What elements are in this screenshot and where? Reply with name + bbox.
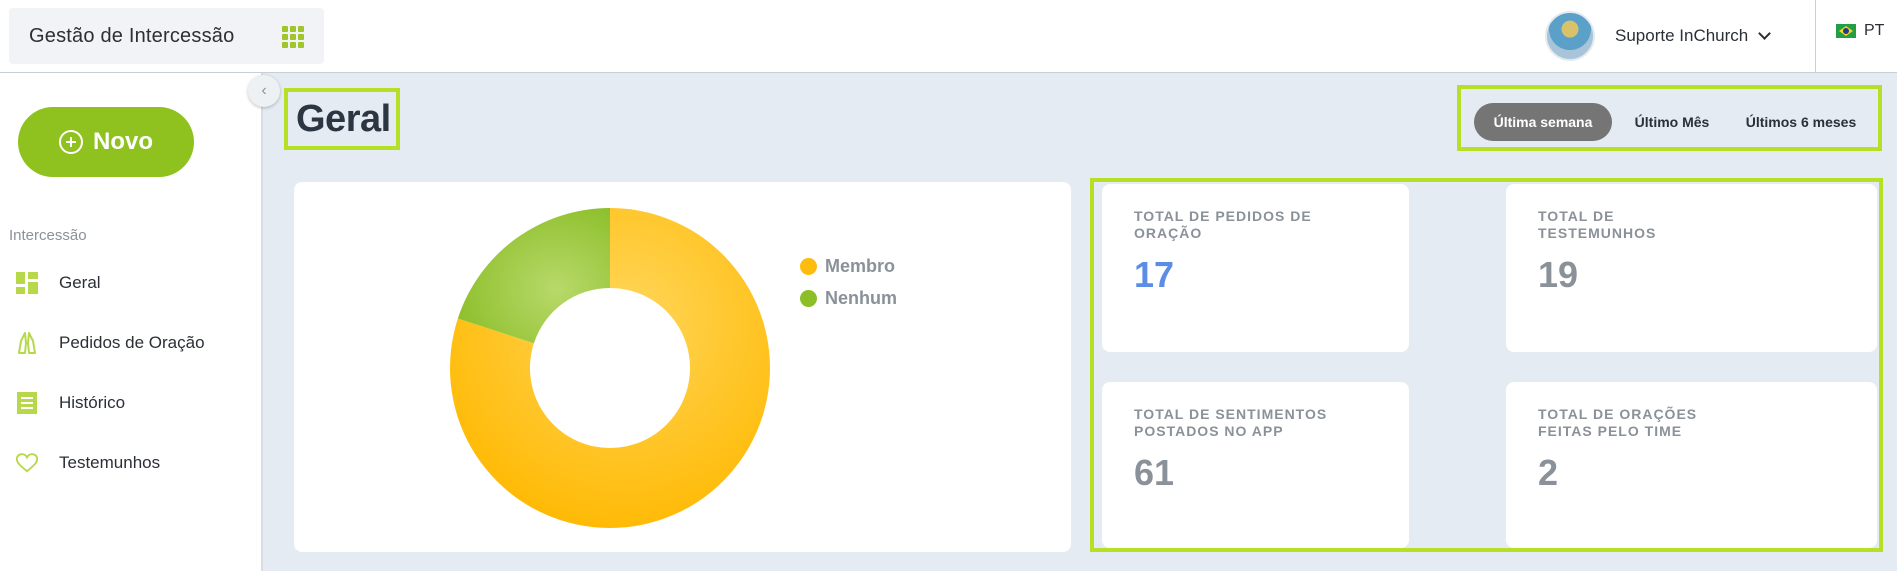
plus-circle-icon xyxy=(59,130,83,154)
stat-value: 2 xyxy=(1538,452,1559,493)
sidebar-item-label: Histórico xyxy=(59,393,126,412)
stat-value: 61 xyxy=(1134,452,1175,493)
user-name: Suporte InChurch xyxy=(1615,26,1749,45)
stat-label: TOTAL DE ORAÇÕES FEITAS PELO TIME xyxy=(1538,406,1698,439)
legend-dot-nenhum xyxy=(800,289,817,307)
header-divider xyxy=(1815,0,1816,73)
module-title: Gestão de Intercessão xyxy=(29,24,235,47)
stat-label: TOTAL DE PEDIDOS DE ORAÇÃO xyxy=(1134,208,1312,241)
new-button-label: Novo xyxy=(93,128,153,155)
stat-card-sentimentos: TOTAL DE SENTIMENTOS POSTADOS NO APP 61 xyxy=(1102,382,1409,548)
stat-label: TOTAL DE TESTEMUNHOS xyxy=(1538,208,1657,241)
language-selector[interactable]: PT xyxy=(1836,22,1884,40)
stat-card-pedidos: TOTAL DE PEDIDOS DE ORAÇÃO 17 xyxy=(1102,184,1409,352)
legend-dot-membro xyxy=(800,257,817,275)
chart-card: Membro Nenhum xyxy=(294,182,1071,552)
period-last-6-months-button[interactable]: Últimos 6 meses xyxy=(1731,103,1871,141)
stat-card-testemunhos: TOTAL DE TESTEMUNHOS 19 xyxy=(1506,184,1877,352)
donut-chart xyxy=(450,208,770,528)
dashboard-icon xyxy=(15,271,39,295)
sidebar-item-testemunhos[interactable]: Testemunhos xyxy=(15,451,205,475)
stat-card-oracoes: TOTAL DE ORAÇÕES FEITAS PELO TIME 2 xyxy=(1506,382,1877,548)
page-title: Geral xyxy=(296,97,391,140)
heart-icon xyxy=(15,451,39,475)
sidebar-item-historico[interactable]: Histórico xyxy=(15,391,205,415)
sidebar-item-pedidos-de-oracao[interactable]: Pedidos de Oração xyxy=(15,331,205,355)
sidebar-nav: Geral Pedidos de Oração Histórico Testem… xyxy=(15,271,205,511)
chevron-left-icon: ‹ xyxy=(261,82,267,99)
list-document-icon xyxy=(15,391,39,415)
praying-hands-icon xyxy=(15,331,39,355)
sidebar-item-label: Geral xyxy=(59,273,101,292)
sidebar-item-label: Testemunhos xyxy=(59,453,161,472)
grid-apps-icon[interactable] xyxy=(282,26,304,48)
module-switcher[interactable]: Gestão de Intercessão xyxy=(9,8,324,64)
period-last-week-button[interactable]: Última semana xyxy=(1474,103,1612,141)
legend-item-nenhum[interactable]: Nenhum xyxy=(800,282,897,314)
chevron-down-icon xyxy=(1758,27,1772,40)
new-button[interactable]: Novo xyxy=(18,107,194,177)
sidebar-item-geral[interactable]: Geral xyxy=(15,271,205,295)
stat-value: 17 xyxy=(1134,254,1175,295)
language-code: PT xyxy=(1864,22,1885,39)
chart-legend: Membro Nenhum xyxy=(800,250,897,314)
top-bar: Gestão de Intercessão Suporte InChurch P… xyxy=(0,0,1897,73)
donut-slice-nenhum[interactable] xyxy=(457,208,610,344)
legend-label: Membro xyxy=(825,255,896,276)
user-menu[interactable]: Suporte InChurch xyxy=(1545,8,1772,64)
sidebar-section-label: Intercessão xyxy=(9,227,87,244)
period-last-month-button[interactable]: Último Mês xyxy=(1619,103,1725,141)
stat-value: 19 xyxy=(1538,254,1579,295)
collapse-sidebar-button[interactable]: ‹ xyxy=(248,75,280,107)
legend-item-membro[interactable]: Membro xyxy=(800,250,897,282)
brazil-flag-icon xyxy=(1836,24,1856,38)
period-filter: Última semana Último Mês Últimos 6 meses xyxy=(1457,85,1882,151)
legend-label: Nenhum xyxy=(825,287,897,308)
stat-label: TOTAL DE SENTIMENTOS POSTADOS NO APP xyxy=(1134,406,1328,439)
page-title-container: Geral xyxy=(284,88,400,150)
sidebar: Novo Intercessão Geral Pedidos de Oração… xyxy=(0,73,263,571)
stats-container: TOTAL DE PEDIDOS DE ORAÇÃO 17 TOTAL DE T… xyxy=(1090,178,1883,552)
avatar xyxy=(1545,11,1595,61)
sidebar-item-label: Pedidos de Oração xyxy=(59,333,205,352)
